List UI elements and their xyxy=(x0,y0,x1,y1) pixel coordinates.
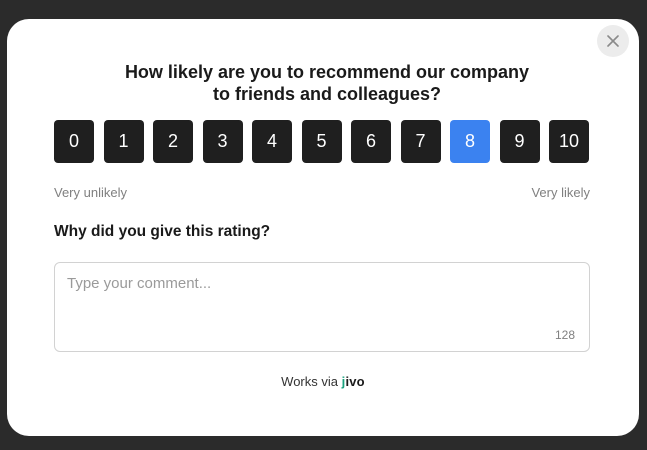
rating-scale: 0 1 2 3 4 5 6 7 8 9 10 xyxy=(54,120,589,163)
score-button-5[interactable]: 5 xyxy=(301,120,342,163)
jivo-logo-rest: ivo xyxy=(345,374,365,389)
score-button-4[interactable]: 4 xyxy=(252,120,292,163)
close-icon xyxy=(607,35,619,47)
close-button[interactable] xyxy=(597,25,629,57)
survey-title-line-1: How likely are you to recommend our comp… xyxy=(124,62,530,82)
modal-backdrop[interactable]: How likely are you to recommend our comp… xyxy=(0,0,647,450)
survey-title: How likely are you to recommend our comp… xyxy=(7,61,647,105)
score-button-1[interactable]: 1 xyxy=(103,120,144,163)
score-button-6[interactable]: 6 xyxy=(351,120,391,163)
jivo-logo[interactable]: jivo xyxy=(342,374,365,389)
survey-title-line-2: to friends and colleagues? xyxy=(212,84,442,104)
score-button-2[interactable]: 2 xyxy=(153,120,193,163)
score-button-3[interactable]: 3 xyxy=(202,120,243,163)
nps-survey-dialog: How likely are you to recommend our comp… xyxy=(7,19,639,436)
comment-box[interactable]: 128 xyxy=(54,262,590,352)
char-counter: 128 xyxy=(554,328,575,342)
scale-high-label: Very likely xyxy=(531,185,590,200)
footer-prefix: Works via xyxy=(281,374,338,389)
comment-input[interactable] xyxy=(67,275,572,325)
score-button-9[interactable]: 9 xyxy=(499,120,540,163)
score-button-8[interactable]: 8 xyxy=(450,120,490,163)
scale-low-label: Very unlikely xyxy=(54,185,127,200)
comment-question: Why did you give this rating? xyxy=(54,223,271,240)
score-button-7[interactable]: 7 xyxy=(400,120,441,163)
powered-by-footer: Works via jivo xyxy=(7,374,639,389)
score-button-0[interactable]: 0 xyxy=(54,120,94,163)
score-button-10[interactable]: 10 xyxy=(549,120,589,163)
